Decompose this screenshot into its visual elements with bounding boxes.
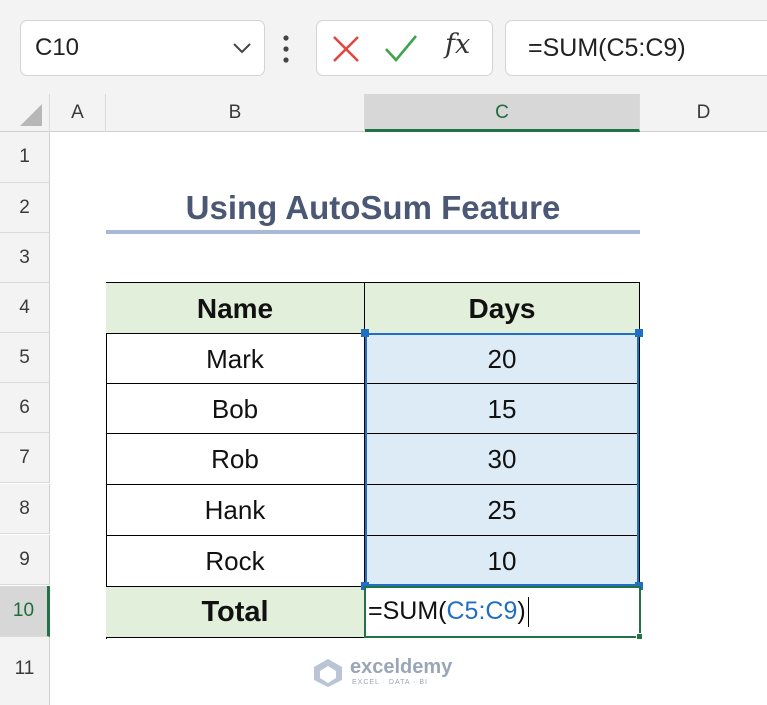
name-box[interactable]: C10 bbox=[20, 20, 265, 76]
row-header-3[interactable]: 3 bbox=[0, 233, 50, 283]
formula-prefix: =SUM( bbox=[368, 597, 447, 625]
row-header-8[interactable]: 8 bbox=[0, 484, 50, 534]
row-header-6[interactable]: 6 bbox=[0, 383, 50, 433]
range-handle-top-left[interactable] bbox=[361, 329, 369, 337]
watermark-tagline: EXCEL · DATA · BI bbox=[352, 679, 428, 686]
formula-text: =SUM(C5:C9) bbox=[528, 34, 686, 62]
watermark: exceldemy EXCEL · DATA · BI bbox=[312, 656, 462, 692]
formula-range-ref: C5:C9 bbox=[446, 597, 518, 625]
select-all-triangle-icon bbox=[20, 104, 42, 126]
row-header-9[interactable]: 9 bbox=[0, 535, 50, 585]
row-header-1[interactable]: 1 bbox=[0, 132, 50, 183]
cell-edit-formula[interactable]: =SUM(C5:C9) bbox=[368, 597, 529, 628]
header-days[interactable]: Days bbox=[365, 283, 640, 334]
formula-buttons: fx bbox=[316, 20, 493, 76]
row-header-7[interactable]: 7 bbox=[0, 433, 50, 483]
sheet-title: Using AutoSum Feature bbox=[185, 189, 561, 226]
header-name[interactable]: Name bbox=[106, 283, 365, 334]
cancel-icon[interactable] bbox=[331, 34, 361, 64]
column-header-a[interactable]: A bbox=[50, 94, 106, 132]
column-header-d[interactable]: D bbox=[640, 94, 767, 132]
exceldemy-logo-icon bbox=[314, 659, 342, 687]
title-underline bbox=[106, 230, 640, 234]
cell-name[interactable]: Rob bbox=[106, 434, 365, 485]
cell-name[interactable]: Bob bbox=[106, 384, 365, 434]
column-header-b[interactable]: B bbox=[106, 94, 365, 132]
cell-name[interactable]: Rock bbox=[106, 536, 365, 587]
formula-input[interactable]: =SUM(C5:C9) bbox=[505, 20, 767, 76]
enter-icon[interactable] bbox=[383, 33, 419, 65]
total-label[interactable]: Total bbox=[106, 587, 365, 638]
more-options-icon[interactable] bbox=[283, 34, 289, 64]
cell-name[interactable]: Hank bbox=[106, 485, 365, 536]
row-header-4[interactable]: 4 bbox=[0, 283, 50, 333]
row-header-11[interactable]: 11 bbox=[0, 637, 50, 705]
text-caret bbox=[527, 597, 529, 628]
insert-function-icon[interactable]: fx bbox=[445, 29, 470, 60]
chevron-down-icon[interactable] bbox=[232, 41, 252, 55]
row-header-5[interactable]: 5 bbox=[0, 333, 50, 383]
watermark-name: exceldemy bbox=[350, 656, 453, 678]
row-header-10[interactable]: 10 bbox=[0, 586, 50, 637]
name-box-value: C10 bbox=[35, 34, 80, 61]
range-handle-top-right[interactable] bbox=[635, 329, 643, 337]
row-header-2[interactable]: 2 bbox=[0, 183, 50, 233]
cell-name[interactable]: Mark bbox=[106, 334, 365, 384]
reference-range-highlight bbox=[365, 333, 639, 586]
fill-handle[interactable] bbox=[636, 633, 643, 640]
column-header-c[interactable]: C bbox=[365, 94, 640, 132]
formula-suffix: ) bbox=[517, 597, 526, 625]
